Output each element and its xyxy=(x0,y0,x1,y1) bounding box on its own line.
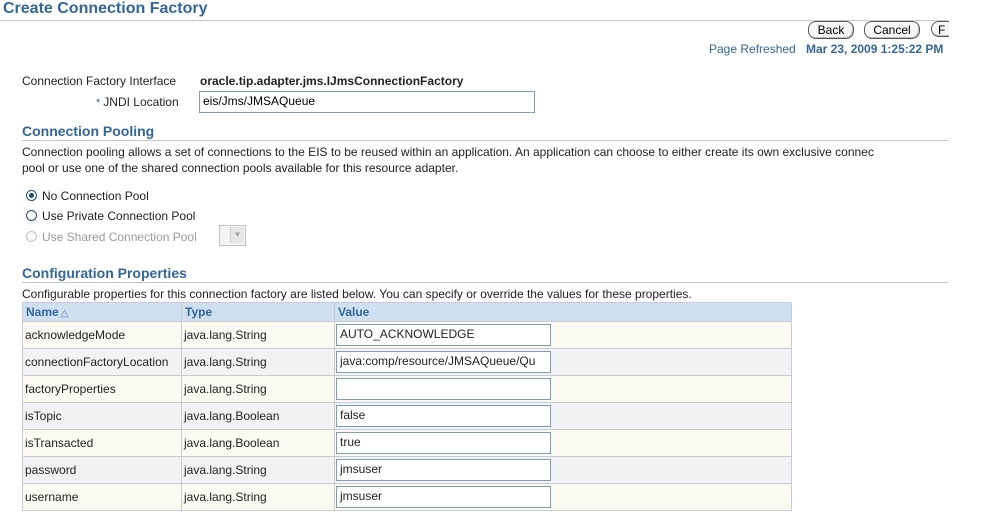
private-connection-pool-radio[interactable] xyxy=(26,210,37,221)
property-name: isTransacted xyxy=(22,429,182,457)
page-refreshed-label: Page Refreshed xyxy=(709,42,796,56)
table-header-row: Name △ Type Value xyxy=(22,302,792,322)
viewport-edge xyxy=(949,0,995,513)
table-row: username java.lang.String jmsuser xyxy=(22,483,792,511)
shared-connection-pool-radio[interactable] xyxy=(26,231,37,242)
property-name: connectionFactoryLocation xyxy=(22,348,182,376)
property-type: java.lang.Boolean xyxy=(181,429,335,457)
property-value-cell: false xyxy=(334,402,792,430)
property-value-cell xyxy=(334,375,792,403)
property-value-cell: java:comp/resource/JMSAQueue/Qu xyxy=(334,348,792,376)
configuration-properties-divider xyxy=(22,282,948,283)
configuration-properties-heading: Configuration Properties xyxy=(22,265,187,281)
property-value-cell: AUTO_ACKNOWLEDGE xyxy=(334,321,792,349)
property-value-cell: true xyxy=(334,429,792,457)
configuration-properties-table: Name △ Type Value acknowledgeMode java.la… xyxy=(22,302,792,511)
no-connection-pool-radio[interactable] xyxy=(26,190,37,201)
property-value-input[interactable]: jmsuser xyxy=(336,486,551,508)
property-name: password xyxy=(22,456,182,484)
property-value-cell: jmsuser xyxy=(334,456,792,484)
table-row: password java.lang.String jmsuser xyxy=(22,456,792,484)
back-button[interactable]: Back xyxy=(808,21,854,39)
property-value-cell: jmsuser xyxy=(334,483,792,511)
column-header-name[interactable]: Name △ xyxy=(22,302,182,322)
property-name: username xyxy=(22,483,182,511)
property-value-input[interactable] xyxy=(336,378,551,400)
table-row: isTransacted java.lang.Boolean true xyxy=(22,429,792,457)
column-header-name-text: Name xyxy=(26,305,59,319)
cf-interface-value: oracle.tip.adapter.jms.IJmsConnectionFac… xyxy=(200,74,464,88)
chevron-down-icon: ▼ xyxy=(230,227,244,243)
property-name: acknowledgeMode xyxy=(22,321,182,349)
property-type: java.lang.String xyxy=(181,348,335,376)
property-type: java.lang.Boolean xyxy=(181,402,335,430)
jndi-location-label: * JNDI Location xyxy=(96,95,179,109)
property-type: java.lang.String xyxy=(181,456,335,484)
table-row: connectionFactoryLocation java.lang.Stri… xyxy=(22,348,792,376)
configuration-properties-description: Configurable properties for this connect… xyxy=(22,287,692,301)
property-type: java.lang.String xyxy=(181,483,335,511)
property-name: isTopic xyxy=(22,402,182,430)
property-value-input[interactable]: true xyxy=(336,432,551,454)
column-header-type: Type xyxy=(181,302,335,322)
property-type: java.lang.String xyxy=(181,321,335,349)
connection-pooling-description-1: Connection pooling allows a set of conne… xyxy=(22,145,874,159)
connection-pooling-divider xyxy=(22,140,948,141)
connection-pooling-heading: Connection Pooling xyxy=(22,123,155,139)
shared-pool-select[interactable]: ▼ xyxy=(219,225,246,246)
property-value-input[interactable]: false xyxy=(336,405,551,427)
property-value-input[interactable]: AUTO_ACKNOWLEDGE xyxy=(336,324,551,346)
cancel-button[interactable]: Cancel xyxy=(864,21,920,39)
property-value-input[interactable]: jmsuser xyxy=(336,459,551,481)
sort-ascending-icon: △ xyxy=(60,308,69,319)
required-marker: * xyxy=(96,97,101,109)
no-connection-pool-label[interactable]: No Connection Pool xyxy=(42,189,149,203)
jndi-label-text: JNDI Location xyxy=(103,95,179,109)
property-name: factoryProperties xyxy=(22,375,182,403)
shared-connection-pool-label[interactable]: Use Shared Connection Pool xyxy=(42,230,197,244)
connection-pooling-description-2: pool or use one of the shared connection… xyxy=(22,161,459,175)
title-divider xyxy=(0,20,948,21)
page-refreshed-time: Mar 23, 2009 1:25:22 PM xyxy=(806,42,944,56)
table-row: factoryProperties java.lang.String xyxy=(22,375,792,403)
cf-interface-label: Connection Factory Interface xyxy=(22,74,177,88)
table-row: isTopic java.lang.Boolean false xyxy=(22,402,792,430)
property-value-input[interactable]: java:comp/resource/JMSAQueue/Qu xyxy=(336,351,551,373)
jndi-location-input[interactable]: eis/Jms/JMSAQueue xyxy=(199,91,535,113)
table-row: acknowledgeMode java.lang.String AUTO_AC… xyxy=(22,321,792,349)
page-title: Create Connection Factory xyxy=(3,0,208,17)
property-type: java.lang.String xyxy=(181,375,335,403)
column-header-value: Value xyxy=(334,302,792,322)
private-connection-pool-label[interactable]: Use Private Connection Pool xyxy=(42,209,195,223)
